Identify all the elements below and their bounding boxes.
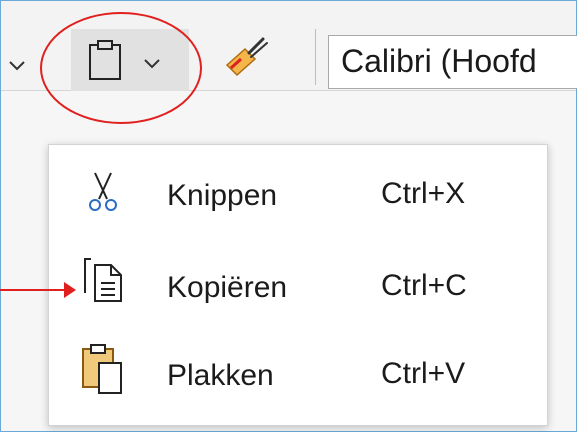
toolbar-divider <box>315 29 316 85</box>
menu-item-label: Knippen <box>167 179 278 212</box>
menu-item-label: Kopiëren <box>167 271 288 304</box>
copy-icon <box>84 258 122 302</box>
menu-item-cut[interactable]: Knippen Ctrl+X <box>49 151 547 239</box>
paste-icon <box>82 344 122 394</box>
menu-item-shortcut: Ctrl+C <box>381 269 467 302</box>
scissors-icon <box>89 172 117 211</box>
format-painter-icon[interactable] <box>221 35 271 81</box>
menu-item-shortcut: Ctrl+V <box>381 357 466 390</box>
menu-item-paste[interactable]: Plakken Ctrl+V <box>49 331 547 419</box>
paste-dropdown-menu: Knippen Ctrl+X Kopiëren Ctrl+C Plakken C… <box>48 144 548 426</box>
font-name-combobox[interactable]: Calibri (Hoofd <box>328 35 577 89</box>
highlight-circle-annotation <box>40 12 202 124</box>
menu-item-shortcut: Ctrl+X <box>381 177 466 210</box>
font-name-value: Calibri (Hoofd <box>341 43 537 79</box>
menu-item-label: Plakken <box>167 359 274 392</box>
pointer-arrow-line <box>0 289 64 291</box>
chevron-down-icon[interactable] <box>8 59 26 73</box>
menu-item-copy[interactable]: Kopiëren Ctrl+C <box>49 241 547 329</box>
pointer-arrow-icon <box>64 282 76 298</box>
